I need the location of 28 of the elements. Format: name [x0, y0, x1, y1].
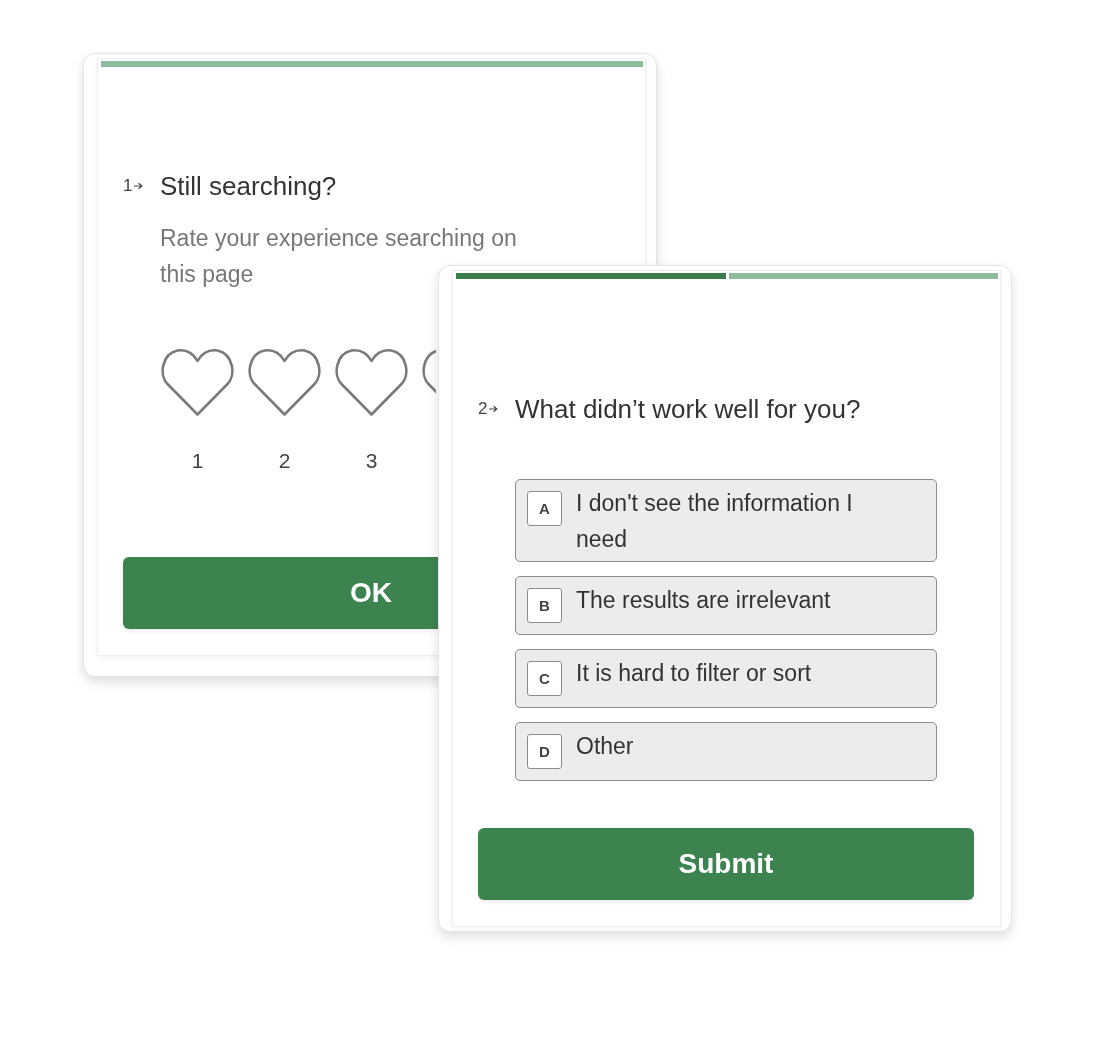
heart-icon[interactable] — [160, 348, 235, 416]
answer-option[interactable]: B The results are irrelevant — [515, 576, 937, 635]
option-key: A — [527, 491, 562, 526]
rating-label: 1 — [191, 448, 204, 474]
submit-button[interactable]: Submit — [478, 828, 974, 900]
answer-option[interactable]: C It is hard to filter or sort — [515, 649, 937, 708]
question-number: 1 — [123, 176, 133, 196]
option-text: It is hard to filter or sort — [576, 659, 812, 688]
option-text: I don't see the information I need — [576, 489, 854, 554]
heart-icon[interactable] — [334, 348, 409, 416]
option-text: The results are irrelevant — [576, 586, 831, 615]
arrow-icon — [134, 182, 144, 190]
answer-option[interactable]: D Other — [515, 722, 937, 781]
question-description: Rate your experience searching on this page — [160, 224, 518, 289]
question-title: Still searching? — [160, 171, 337, 201]
arrow-icon — [489, 405, 499, 413]
option-key: D — [527, 734, 562, 769]
rating-label: 2 — [278, 448, 291, 474]
ok-button[interactable]: OK — [123, 557, 438, 629]
question-number: 2 — [478, 399, 488, 419]
option-key: C — [527, 661, 562, 696]
heart-icon[interactable] — [247, 348, 322, 416]
rating-label: 3 — [365, 448, 378, 474]
option-text: Other — [576, 732, 634, 761]
option-key: B — [527, 588, 562, 623]
question-title: What didn’t work well for you? — [515, 394, 861, 424]
answer-option[interactable]: A I don't see the information I need — [515, 479, 937, 562]
heart-rating[interactable]: 1 2 3 — [160, 348, 436, 474]
